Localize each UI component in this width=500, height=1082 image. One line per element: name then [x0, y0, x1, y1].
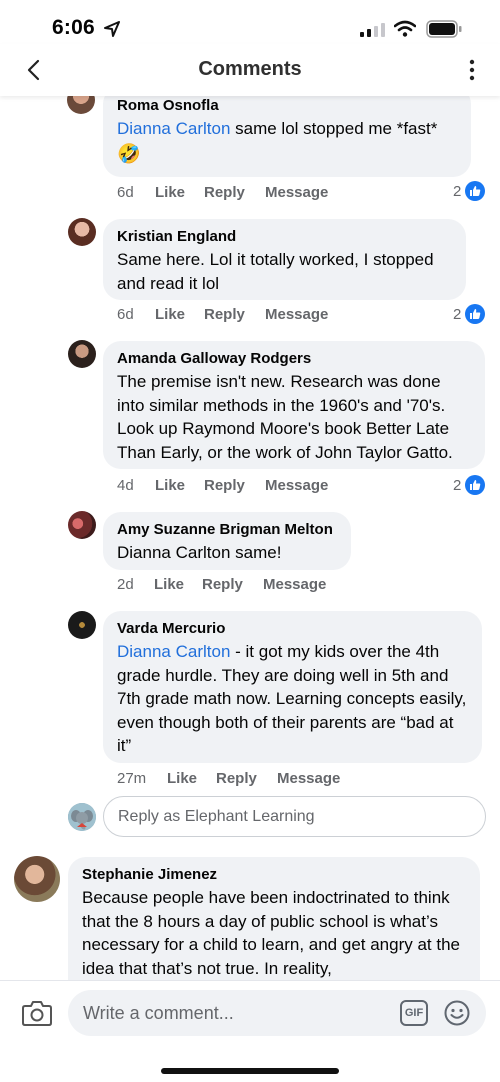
reply-input[interactable]: Reply as Elephant Learning [103, 796, 486, 837]
comment-emoji: 🤣 [117, 143, 141, 165]
comment-time: 27m [117, 770, 147, 787]
like-button[interactable]: Like [155, 184, 185, 201]
message-button[interactable]: Message [265, 477, 328, 494]
comment-actions: 4d Like Reply Message [117, 477, 337, 497]
comment-author[interactable]: Stephanie Jimenez [82, 865, 466, 885]
avatar[interactable] [68, 340, 96, 368]
comment-text: The premise isn't new. Research was done… [117, 372, 453, 462]
avatar[interactable] [14, 856, 60, 902]
comment-input[interactable]: Write a comment... GIF [68, 990, 486, 1036]
comment-text: Dianna Carlton same! [117, 543, 282, 562]
comment-text-body: same lol stopped me *fast* [230, 119, 438, 138]
like-button[interactable]: Like [155, 477, 185, 494]
like-thumb-icon [465, 475, 486, 495]
comment-bubble: Amanda Galloway Rodgers The premise isn'… [103, 341, 485, 469]
comment-bubble: Roma Osnofla Dianna Carlton same lol sto… [103, 86, 471, 177]
message-button[interactable]: Message [277, 770, 340, 787]
mention-link[interactable]: Dianna Carlton [117, 642, 230, 661]
comment-actions: 6d Like Reply Message [117, 184, 337, 204]
comment-time: 6d [117, 306, 134, 323]
like-button[interactable]: Like [167, 770, 197, 787]
comment-bubble: Kristian England Same here. Lol it total… [103, 219, 466, 300]
avatar[interactable] [68, 511, 96, 539]
emoji-icon[interactable] [444, 1000, 470, 1026]
reaction-count[interactable]: 2 [453, 304, 486, 324]
comment-time: 2d [117, 576, 134, 593]
comment-text: Dianna Carlton - it got my kids over the… [117, 640, 468, 758]
reply-button[interactable]: Reply [204, 306, 245, 323]
reply-button[interactable]: Reply [204, 477, 245, 494]
mention-link[interactable]: Dianna Carlton [117, 119, 230, 138]
location-arrow-icon [104, 21, 120, 37]
reaction-number: 2 [453, 476, 462, 494]
gif-icon[interactable]: GIF [400, 1000, 428, 1026]
reply-button[interactable]: Reply [202, 576, 243, 593]
comment-time: 4d [117, 477, 134, 494]
comment-author[interactable]: Kristian England [117, 227, 452, 247]
comment-author[interactable]: Varda Mercurio [117, 619, 468, 639]
reaction-number: 2 [453, 182, 462, 200]
elephant-icon [68, 803, 96, 831]
page-avatar-elephant [68, 803, 96, 831]
camera-icon[interactable] [22, 999, 52, 1027]
comment-author[interactable]: Amy Suzanne Brigman Melton [117, 520, 337, 540]
battery-icon [426, 20, 462, 38]
comment-composer: Write a comment... GIF [0, 980, 500, 1082]
comment-bubble: Stephanie Jimenez Because people have be… [68, 857, 480, 997]
like-thumb-icon [465, 304, 486, 324]
home-indicator [161, 1068, 339, 1074]
reply-button[interactable]: Reply [216, 770, 257, 787]
reaction-number: 2 [453, 305, 462, 323]
comment-time: 6d [117, 184, 134, 201]
comment-input-placeholder: Write a comment... [83, 1003, 234, 1023]
signal-icon [360, 23, 385, 37]
wifi-icon [394, 20, 416, 37]
nav-header: Comments [0, 44, 500, 96]
more-dots-icon[interactable] [468, 59, 476, 81]
like-thumb-icon [465, 181, 486, 201]
comment-text: Because people have been indoctrinated t… [82, 888, 461, 978]
reaction-count[interactable]: 2 [453, 181, 486, 201]
message-button[interactable]: Message [265, 306, 328, 323]
comment-bubble: Varda Mercurio Dianna Carlton - it got m… [103, 611, 482, 763]
like-button[interactable]: Like [154, 576, 184, 593]
message-button[interactable]: Message [263, 576, 326, 593]
comment-actions: 2d Like Reply Message [117, 576, 337, 596]
comment-author[interactable]: Amanda Galloway Rodgers [117, 349, 471, 369]
comment-text: Same here. Lol it totally worked, I stop… [117, 250, 434, 293]
comment-bubble: Amy Suzanne Brigman Melton Dianna Carlto… [103, 512, 351, 570]
comment-text: Dianna Carlton same lol stopped me *fast… [117, 117, 457, 141]
status-time: 6:06 [52, 16, 95, 39]
page-title: Comments [198, 58, 302, 80]
message-button[interactable]: Message [265, 184, 328, 201]
avatar[interactable] [68, 218, 96, 246]
reaction-count[interactable]: 2 [453, 475, 486, 495]
avatar[interactable] [68, 611, 96, 639]
comment-author[interactable]: Roma Osnofla [117, 96, 457, 116]
like-button[interactable]: Like [155, 306, 185, 323]
comment-actions: 6d Like Reply Message [117, 306, 337, 326]
comment-actions: 27m Like Reply Message [117, 770, 357, 790]
reply-button[interactable]: Reply [204, 184, 245, 201]
